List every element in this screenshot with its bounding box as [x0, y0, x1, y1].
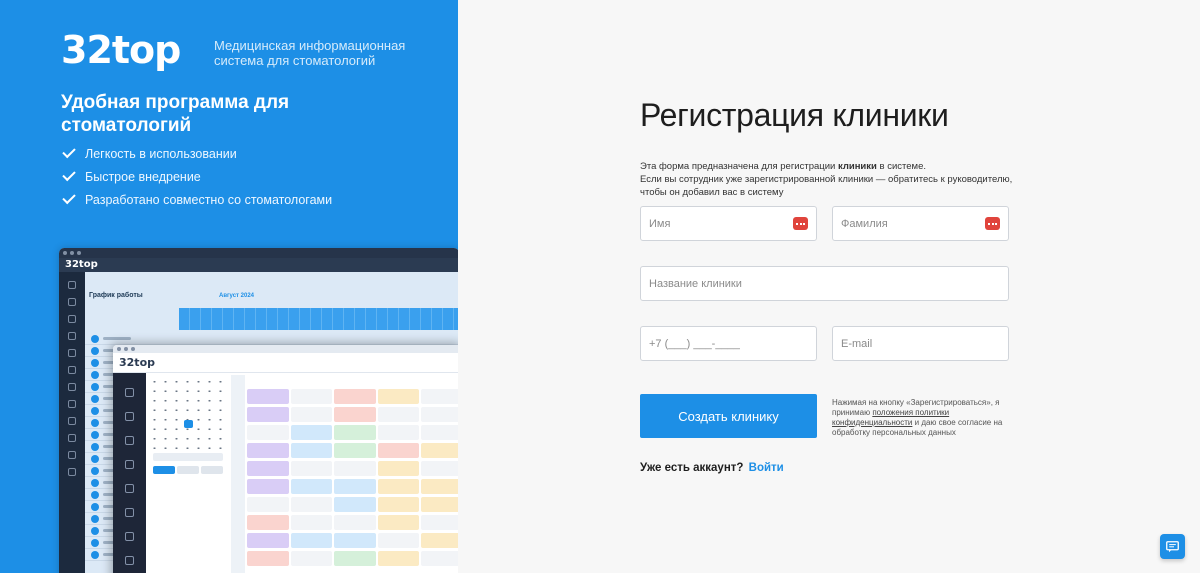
- mockup-calendar-grid: [179, 308, 458, 330]
- have-account-text: Уже есть аккаунт?: [640, 462, 744, 474]
- feature-label: Быстрое внедрение: [85, 169, 201, 184]
- mockup-mini-calendar: [149, 377, 227, 449]
- clinic-name-placeholder: Название клиники: [649, 277, 742, 290]
- email-field[interactable]: E-mail: [832, 326, 1009, 361]
- email-placeholder: E-mail: [841, 337, 873, 350]
- mockup-app-name: 32top: [59, 258, 458, 272]
- mockup-schedule-title: График работы: [89, 292, 143, 299]
- promo-title: Удобная программа для стоматологий: [61, 92, 290, 136]
- mockup-front-sidebar: [113, 373, 146, 573]
- mockup-front-app-name: 32top: [113, 353, 458, 373]
- mockup-today-button: [153, 453, 223, 461]
- info-suffix: в системе.: [879, 161, 926, 172]
- create-clinic-button[interactable]: Создать клинику: [640, 394, 817, 438]
- clinic-name-field[interactable]: Название клиники: [640, 266, 1009, 301]
- phone-field[interactable]: +7 (___) ___-____: [640, 326, 817, 361]
- window-titlebar: [113, 345, 458, 353]
- first-name-field[interactable]: Имя: [640, 206, 817, 241]
- chat-button[interactable]: [1160, 534, 1185, 559]
- login-link[interactable]: Войти: [749, 462, 784, 474]
- mockup-sidebar: [59, 272, 85, 573]
- last-name-field[interactable]: Фамилия: [832, 206, 1009, 241]
- consent-text: Нажимая на кнопку «Зарегистрироваться», …: [832, 398, 1012, 438]
- info-line2: Если вы сотрудник уже зарегистрированной…: [640, 174, 1013, 198]
- phone-mask: +7 (___) ___-____: [649, 337, 740, 350]
- feature-item: Быстрое внедрение: [61, 165, 332, 188]
- check-icon: [62, 190, 76, 205]
- mockup-appointment-grid: [231, 375, 458, 573]
- promo-panel: 32top Медицинская информационная система…: [0, 0, 458, 573]
- check-icon: [62, 144, 76, 159]
- chat-icon: [1166, 540, 1179, 552]
- first-name-placeholder: Имя: [649, 217, 671, 230]
- last-name-placeholder: Фамилия: [841, 217, 888, 230]
- feature-list: Легкость в использовании Быстрое внедрен…: [61, 142, 332, 211]
- mockup-view-tabs: [153, 466, 223, 474]
- page-title: Регистрация клиники: [640, 97, 949, 133]
- feature-label: Разработано совместно со стоматологами: [85, 192, 333, 207]
- feature-label: Легкость в использовании: [85, 146, 237, 161]
- check-icon: [62, 167, 76, 182]
- keyboard-icon[interactable]: [793, 217, 808, 230]
- tagline: Медицинская информационная система для с…: [214, 38, 406, 68]
- mockup-selected-day: [184, 420, 193, 428]
- window-titlebar: [59, 248, 458, 258]
- form-description: Эта форма предназначена для регистрации …: [640, 160, 1020, 199]
- app-screenshot-appointments: 32top: [113, 345, 458, 573]
- login-prompt: Уже есть аккаунт? Войти: [640, 462, 784, 474]
- feature-item: Легкость в использовании: [61, 142, 332, 165]
- logo: 32top: [61, 28, 181, 72]
- info-bold: клиники: [837, 161, 877, 172]
- mockup-month: Август 2024: [219, 293, 254, 299]
- keyboard-icon[interactable]: [985, 217, 1000, 230]
- feature-item: Разработано совместно со стоматологами: [61, 188, 332, 211]
- info-prefix: Эта форма предназначена для регистрации: [640, 161, 836, 172]
